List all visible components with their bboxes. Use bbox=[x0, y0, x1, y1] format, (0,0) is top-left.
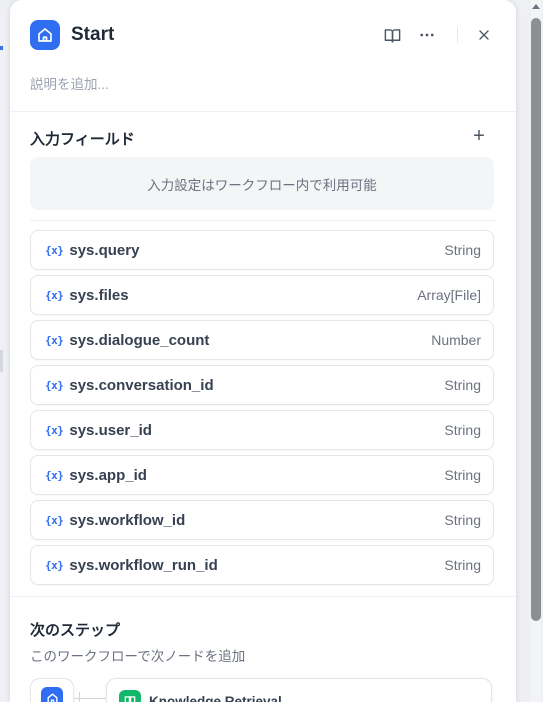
canvas-edge-marker-2 bbox=[0, 350, 3, 372]
scrollbar[interactable] bbox=[531, 0, 541, 702]
variable-type: Array[File] bbox=[417, 287, 481, 303]
more-icon[interactable] bbox=[415, 23, 439, 47]
plus-icon[interactable]: + bbox=[468, 126, 490, 148]
divider bbox=[10, 111, 516, 112]
divider bbox=[30, 220, 496, 221]
variable-name: sys.conversation_id bbox=[69, 376, 214, 394]
variable-row[interactable]: {x} sys.app_id String bbox=[30, 455, 494, 495]
variable-row[interactable]: {x} sys.user_id String bbox=[30, 410, 494, 450]
variable-type: Number bbox=[431, 332, 481, 348]
variable-name: sys.workflow_id bbox=[69, 511, 186, 529]
scroll-up-icon[interactable] bbox=[532, 4, 540, 9]
input-fields-title: 入力フィールド bbox=[30, 131, 135, 148]
variable-icon: {x} bbox=[45, 513, 64, 527]
description-input[interactable]: 説明を追加... bbox=[30, 73, 109, 93]
variable-type: String bbox=[444, 422, 481, 438]
variable-icon: {x} bbox=[45, 378, 64, 392]
variable-row[interactable]: {x} sys.workflow_run_id String bbox=[30, 545, 494, 585]
variable-type: String bbox=[444, 512, 481, 528]
panel-title: Start bbox=[71, 24, 115, 45]
variable-name: sys.dialogue_count bbox=[69, 331, 210, 349]
variable-icon: {x} bbox=[45, 558, 64, 572]
variable-name: sys.user_id bbox=[69, 421, 152, 439]
variable-name: sys.workflow_run_id bbox=[69, 556, 218, 574]
variable-row[interactable]: {x} sys.conversation_id String bbox=[30, 365, 494, 405]
variable-type: String bbox=[444, 377, 481, 393]
book-icon[interactable] bbox=[380, 23, 404, 47]
variable-name: sys.app_id bbox=[69, 466, 147, 484]
divider bbox=[10, 596, 516, 597]
variable-row[interactable]: {x} sys.query String bbox=[30, 230, 494, 270]
variable-icon: {x} bbox=[45, 423, 64, 437]
next-node-card[interactable]: Knowledge Retrieval bbox=[106, 678, 492, 702]
variable-icon: {x} bbox=[45, 333, 64, 347]
input-fields-info: 入力設定はワークフロー内で利用可能 bbox=[30, 157, 494, 210]
start-node-mini[interactable] bbox=[30, 678, 74, 702]
node-connector-tick bbox=[79, 692, 80, 702]
variable-row[interactable]: {x} sys.workflow_id String bbox=[30, 500, 494, 540]
variable-type: String bbox=[444, 467, 481, 483]
home-icon bbox=[30, 20, 60, 50]
next-node-label: Knowledge Retrieval bbox=[149, 694, 282, 702]
variable-type: String bbox=[444, 242, 481, 258]
close-icon[interactable] bbox=[472, 23, 496, 47]
canvas-edge-marker bbox=[0, 46, 3, 50]
variable-name: sys.query bbox=[69, 241, 140, 259]
node-panel: Start 説明を追加... 入力フィールド + 入力設定はワークフロー内で利用… bbox=[10, 0, 516, 702]
panel-header: Start bbox=[30, 20, 496, 50]
variable-icon: {x} bbox=[45, 288, 64, 302]
variable-icon: {x} bbox=[45, 468, 64, 482]
variable-icon: {x} bbox=[45, 243, 64, 257]
variable-name: sys.files bbox=[69, 286, 129, 304]
variable-row[interactable]: {x} sys.dialogue_count Number bbox=[30, 320, 494, 360]
header-divider bbox=[457, 27, 458, 43]
variable-row[interactable]: {x} sys.files Array[File] bbox=[30, 275, 494, 315]
scroll-thumb[interactable] bbox=[531, 18, 541, 621]
next-step-subtitle: このワークフローで次ノードを追加 bbox=[30, 649, 246, 664]
variable-type: String bbox=[444, 557, 481, 573]
header-actions bbox=[380, 23, 496, 47]
home-icon bbox=[41, 687, 63, 702]
next-step-title: 次のステップ bbox=[30, 622, 121, 639]
knowledge-icon bbox=[119, 690, 141, 702]
